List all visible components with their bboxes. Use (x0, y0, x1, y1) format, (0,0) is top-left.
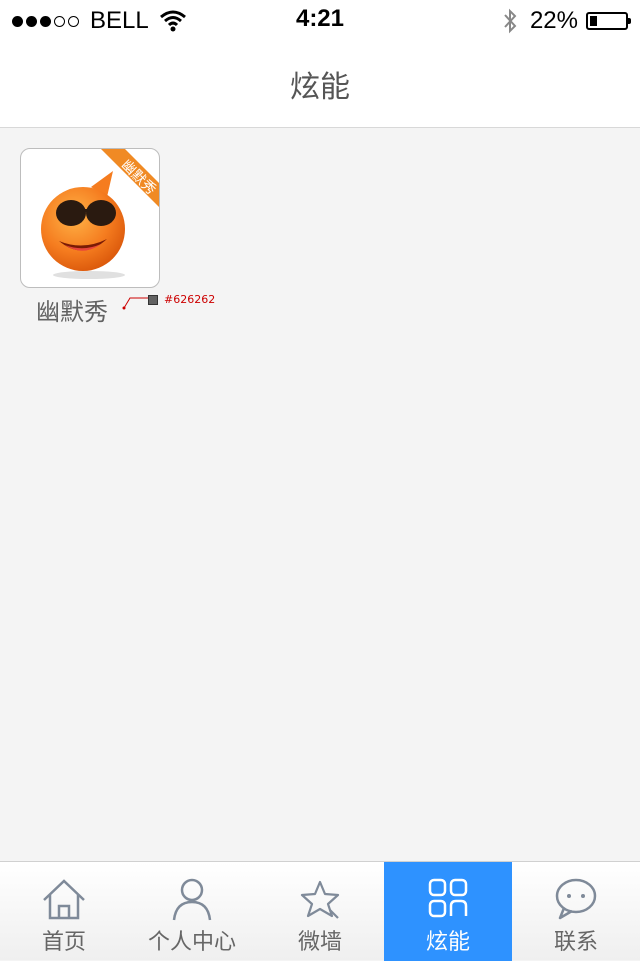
tab-profile[interactable]: 个人中心 (128, 862, 256, 961)
page-title: 炫能 (290, 70, 350, 105)
tab-label: 炫能 (425, 930, 470, 955)
tab-bar: 首页 个人中心 微墙 炫能 联系 (0, 861, 640, 961)
tab-home[interactable]: 首页 (0, 862, 128, 961)
tab-xuanneng[interactable]: 炫能 (384, 862, 512, 961)
color-swatch (148, 295, 158, 305)
home-icon (43, 879, 85, 920)
battery-cap (628, 18, 631, 24)
color-code-label: #626262 (164, 293, 216, 306)
star-icon (300, 880, 340, 919)
grid-icon (428, 878, 468, 918)
app-tile-humor-show[interactable]: 幽默秀 (20, 148, 160, 288)
content-area: 幽默秀 幽默秀 #626262 (0, 128, 640, 861)
bluetooth-icon (504, 8, 517, 34)
tab-label: 联系 (553, 930, 598, 955)
tab-contact[interactable]: 联系 (512, 862, 640, 961)
annotation-pointer (122, 297, 148, 310)
tab-label: 个人中心 (147, 930, 236, 955)
tab-label: 微墙 (297, 930, 342, 955)
person-icon (172, 878, 212, 921)
tab-label: 首页 (41, 930, 86, 955)
nav-bar: 炫能 (0, 40, 640, 128)
battery-icon (586, 12, 631, 30)
chat-bubble-icon (555, 878, 597, 920)
app-label: 幽默秀 (36, 298, 108, 326)
tab-weiqiang[interactable]: 微墙 (256, 862, 384, 961)
battery-fill (590, 16, 597, 26)
battery-percent: 22% (529, 7, 578, 34)
status-bar: BELL 4:21 22% (0, 0, 640, 40)
status-right: 22% (502, 6, 631, 36)
